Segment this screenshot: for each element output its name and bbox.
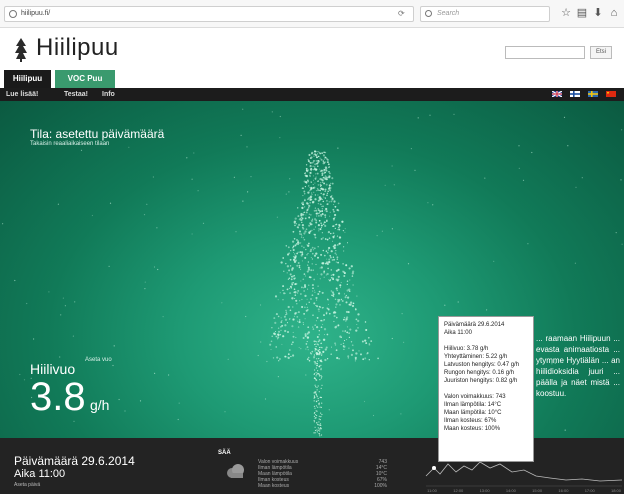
star-icon[interactable]: ☆: [560, 7, 572, 19]
browser-toolbar: hiilipuu.fi/ ⟳ Search ☆ ▤ ⬇ ⌂: [0, 0, 624, 28]
tooltip-air-humidity: Ilman kosteus: 67%: [444, 418, 497, 424]
timeline-tick-label: 11:00: [427, 488, 437, 493]
cloud-icon: [227, 464, 244, 478]
tooltip-light: Valon voimakkuus: 743: [444, 394, 506, 400]
weather-value-soil-humidity: 100%: [374, 483, 387, 489]
tooltip-time: Aika 11:00: [444, 330, 472, 336]
nav-item-info[interactable]: Info: [102, 88, 115, 101]
tooltip-flux-yhteyttaminen: Yhteyttäminen: 5.22 g/h: [444, 354, 508, 360]
back-to-realtime-link[interactable]: Takaisin reaaliaikaiseen tilaan: [30, 141, 109, 147]
data-tooltip: Päivämäärä 29.6.2014 Aika 11:00 Hiilivuo…: [438, 316, 534, 462]
weather-title: SÄÄ: [218, 450, 231, 456]
tab-voc-puu[interactable]: VOC Puu: [55, 70, 115, 88]
flag-zh-icon[interactable]: [606, 91, 616, 97]
reload-icon[interactable]: ⟳: [398, 8, 405, 20]
home-icon[interactable]: ⌂: [608, 7, 620, 19]
timeline-tick-label: 13:00: [480, 488, 491, 493]
flag-sv-icon[interactable]: [588, 91, 598, 97]
state-title: Tila: asetettu päivämäärä: [30, 127, 165, 141]
url-text: hiilipuu.fi/: [21, 10, 51, 17]
flag-en-icon[interactable]: [552, 91, 562, 97]
flag-fi-icon[interactable]: [570, 91, 580, 97]
download-icon[interactable]: ⬇: [592, 7, 604, 19]
timeline-tick-label: 14:00: [506, 488, 517, 493]
site-search-button[interactable]: Etsi: [590, 46, 612, 59]
tooltip-date: Päivämäärä 29.6.2014: [444, 322, 505, 328]
tooltip-flux-latvusto: Latvuston hengitys: 0.47 g/h: [444, 362, 520, 368]
timeline-tick-label: 18:00: [611, 488, 622, 493]
main-nav: Lue lisää! Testaa! Info: [0, 88, 624, 101]
bottom-date: Päivämäärä 29.6.2014: [14, 454, 135, 468]
tooltip-flux-hiilivuo: Hiilivuo: 3.78 g/h: [444, 346, 489, 352]
tooltip-soil-humidity: Maan kosteus: 100%: [444, 426, 501, 432]
weather-label-soil-humidity: Maan kosteus: [258, 483, 290, 489]
timeline-tick-label: 15:00: [532, 488, 543, 493]
search-icon: [425, 10, 432, 17]
tooltip-flux-juuristo: Juuriston hengitys: 0.82 g/h: [444, 378, 518, 384]
tab-hiilipuu[interactable]: Hiilipuu: [4, 70, 51, 88]
tab-bar: Hiilipuu VOC Puu: [0, 70, 624, 88]
timeline-selected-point[interactable]: [432, 466, 436, 470]
nav-item-testaa[interactable]: Testaa!: [64, 88, 88, 101]
browser-search-input[interactable]: Search: [420, 6, 550, 22]
nav-item-lue-lisaa[interactable]: Lue lisää!: [6, 88, 38, 101]
tooltip-soil-temp: Maan lämpötila: 10°C: [444, 410, 502, 416]
site-logo-text[interactable]: Hiilipuu: [36, 34, 119, 62]
timeline-tick-label: 12:00: [453, 488, 464, 493]
hiilivuo-unit: g/h: [90, 397, 110, 413]
tree-logo-icon: [15, 38, 27, 62]
hiilivuo-value: 3.8: [30, 375, 86, 419]
set-flux-link[interactable]: Aseta vuo: [85, 357, 112, 363]
bottom-time: Aika 11:00: [14, 468, 66, 480]
site-search-input[interactable]: [505, 46, 585, 59]
set-date-link[interactable]: Aseta päivä: [14, 482, 40, 488]
tooltip-air-temp: Ilman lämpötila: 14°C: [444, 402, 502, 408]
globe-icon: [9, 10, 17, 18]
timeline-tick-label: 16:00: [558, 488, 569, 493]
browser-search-placeholder: Search: [437, 10, 460, 17]
tooltip-flux-runko: Rungon hengitys: 0.16 g/h: [444, 370, 515, 376]
timeline-tick-label: 17:00: [585, 488, 596, 493]
flux-timeline-line: [425, 461, 623, 482]
description-text: ... raamaan Hiilipuun ... evasta animaat…: [536, 334, 620, 398]
url-bar[interactable]: hiilipuu.fi/: [4, 6, 414, 22]
bookmark-list-icon[interactable]: ▤: [576, 7, 588, 19]
